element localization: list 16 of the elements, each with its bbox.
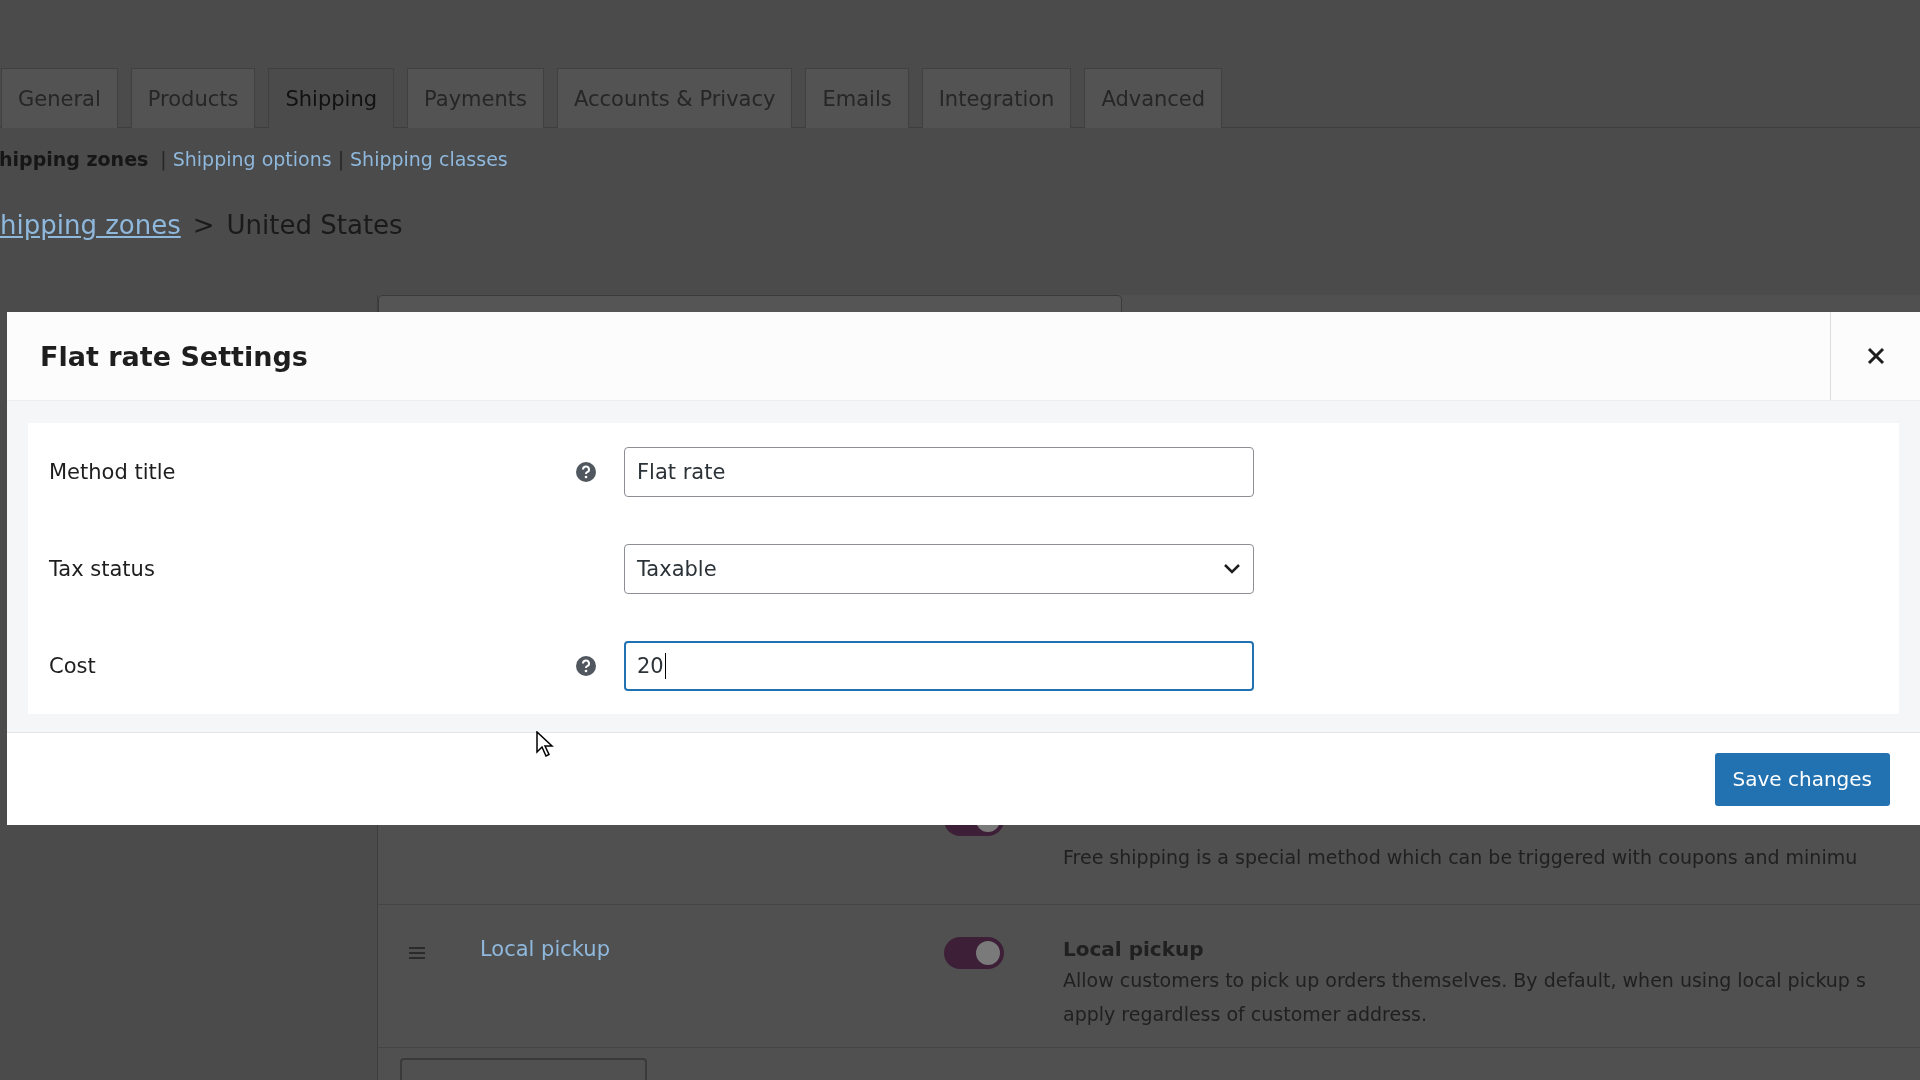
field-label: Cost: [48, 653, 97, 678]
field-label: Method title: [48, 459, 177, 484]
settings-tab[interactable]: Shipping: [268, 68, 395, 128]
field-label: Tax status: [48, 556, 156, 581]
select-field[interactable]: Taxable: [624, 543, 1254, 594]
dialog-title: Flat rate Settings: [39, 339, 308, 374]
breadcrumb-separator: >: [192, 210, 215, 240]
text-field[interactable]: Flat rate: [624, 446, 1254, 497]
method-name-link[interactable]: Local pickup: [480, 937, 610, 961]
subnav-link[interactable]: Shipping options: [172, 148, 332, 170]
breadcrumb-link[interactable]: hipping zones: [0, 210, 181, 240]
separator: |: [337, 148, 345, 170]
save-button[interactable]: Save changes: [1714, 752, 1890, 806]
separator: |: [160, 148, 167, 170]
text-field[interactable]: 20: [624, 640, 1254, 691]
subnav-link[interactable]: Shipping classes: [350, 148, 508, 170]
